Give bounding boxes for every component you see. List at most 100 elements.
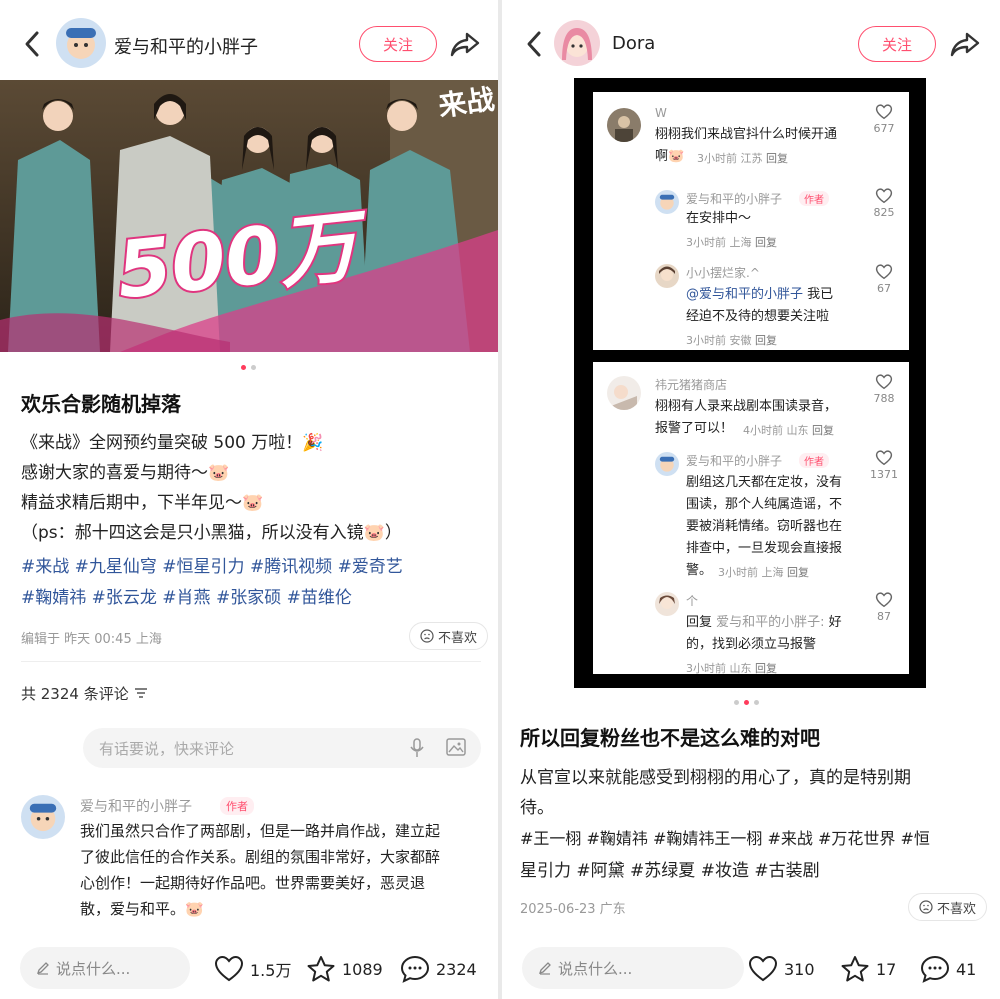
commenter-avatar (607, 108, 641, 142)
divider (21, 661, 481, 662)
back-icon[interactable] (18, 26, 48, 62)
follow-button[interactable]: 关注 (359, 26, 437, 62)
say-something-input[interactable]: 说点什么... (20, 947, 190, 989)
reply-avatar (655, 264, 679, 288)
heart-icon (214, 955, 244, 982)
author-badge: 作者 (220, 797, 254, 815)
reply-author-name: 小小摆烂家.^ (686, 266, 760, 280)
like-count: 788 (873, 392, 895, 405)
reply-link: 回复 (755, 236, 777, 249)
reply-author-name: 个 (686, 594, 699, 608)
post-body-line: 待。 (520, 798, 554, 818)
heart-icon (875, 264, 893, 280)
comment-thread-card: W 栩栩我们来战官抖什么时候开通 啊🐷 3小时前 江苏 回复 677 爱与和平的… (593, 92, 909, 350)
follow-button[interactable]: 关注 (858, 26, 936, 62)
mention-link: @爱与和平的小胖子 (686, 287, 804, 302)
reply-link: 回复 (812, 424, 834, 437)
post-tags[interactable]: #来战 #九星仙穹 #恒星引力 #腾讯视频 #爱奇艺 (21, 552, 403, 577)
dislike-button[interactable]: 不喜欢 (908, 893, 988, 921)
commenter-name: W (655, 106, 667, 120)
comment-input-placeholder: 有话要说，快来评论 (99, 739, 235, 758)
reply-time: 3小时前 安徽 (686, 334, 752, 347)
author-name[interactable]: Dora (612, 33, 655, 54)
reply-author-name: 爱与和平的小胖子 (686, 454, 783, 468)
share-icon[interactable] (448, 27, 482, 61)
carousel-dots (241, 365, 256, 370)
reply-text: 回复 爱与和平的小胖子: 好 (686, 612, 842, 633)
author-avatar[interactable] (56, 18, 106, 68)
comment-time: 3小时前 江苏 (697, 152, 763, 165)
post-tags[interactable]: #鞠婧祎 #张云龙 #肖燕 #张家硕 #苗维伦 (21, 583, 352, 608)
pencil-icon (36, 962, 49, 975)
commenter-name: 祎元猪猪商店 (655, 378, 728, 392)
reply-text-part: 我已 (803, 287, 834, 302)
speech-bubble-icon (400, 955, 430, 983)
like-count: 677 (873, 122, 895, 135)
author-badge: 作者 (799, 453, 829, 468)
dislike-button[interactable]: 不喜欢 (409, 622, 489, 650)
image-icon[interactable] (446, 738, 466, 756)
like-button[interactable]: 1.5万 (214, 955, 291, 983)
collect-button[interactable]: 1089 (306, 955, 383, 983)
post-header: Dora 关注 (502, 0, 1000, 80)
reply-text: 警。 (686, 563, 713, 578)
post-tags[interactable]: #王一栩 #鞠婧祎 #鞠婧祎王一栩 #来战 #万花世界 #恒 (520, 825, 930, 849)
microphone-icon[interactable] (408, 738, 426, 758)
reply-prefix: 回复 (686, 615, 713, 630)
like-button[interactable]: 310 (748, 955, 815, 983)
author-badge: 作者 (799, 191, 829, 206)
comment-button[interactable]: 41 (920, 955, 976, 983)
commenter-name[interactable]: 爱与和平的小胖子 (80, 796, 192, 816)
commenter-avatar[interactable] (21, 795, 65, 839)
comment-like: 677 (869, 104, 899, 135)
reply-meta: 3小时前 山东 回复 (686, 660, 777, 676)
post-header: 爱与和平的小胖子 关注 (0, 0, 498, 80)
comment-count[interactable]: 共 2324 条评论 (21, 683, 148, 704)
post-title: 欢乐合影随机掉落 (21, 392, 181, 416)
comment-text: 啊🐷 (655, 149, 685, 164)
reply-avatar (655, 592, 679, 616)
reply-link: 回复 (787, 566, 809, 579)
right-post-panel: Dora 关注 W 栩栩我们来战官抖什么时候开通 啊🐷 3小时前 江苏 回复 6… (502, 0, 1000, 999)
post-body-line: 精益求精后期中，下半年见～🐷 (21, 493, 264, 513)
like-count: 825 (873, 206, 895, 219)
reply-text: 在安排中～ (686, 211, 752, 226)
group-photo[interactable]: 来战 500万 (0, 80, 498, 352)
post-body-line: （ps：郝十四这会是只小黑猫，所以没有入镜🐷） (21, 523, 402, 543)
comment-button[interactable]: 2324 (400, 955, 477, 983)
carousel-dot (754, 700, 759, 705)
comment-meta: 4小时前 山东 回复 (743, 422, 834, 438)
heart-icon (875, 188, 893, 204)
comment-like: 788 (869, 374, 899, 405)
author-avatar[interactable] (554, 20, 600, 66)
comment-text: 我们虽然只合作了两部剧，但是一路并肩作战，建立起 (80, 822, 441, 840)
reply-to-name: 爱与和平的小胖子: (716, 615, 825, 630)
reply-link: 回复 (766, 152, 788, 165)
author-name[interactable]: 爱与和平的小胖子 (114, 33, 258, 59)
reply-like: 825 (869, 188, 899, 219)
sad-face-icon (420, 629, 434, 643)
carousel-dot (251, 365, 256, 370)
reply-link: 回复 (755, 662, 777, 675)
back-icon[interactable] (520, 26, 550, 62)
reply-like: 67 (869, 264, 899, 295)
reply-text-part: 好 (824, 615, 842, 630)
carousel-dot (734, 700, 739, 705)
share-icon[interactable] (948, 27, 982, 61)
post-date: 2025-06-23 广东 (520, 902, 626, 917)
post-tags[interactable]: 星引力 #阿黛 #苏绿夏 #妆造 #古装剧 (520, 856, 820, 881)
comment-meta: 3小时前 江苏 回复 (697, 150, 788, 166)
reply-text: @爱与和平的小胖子 我已 (686, 284, 833, 305)
comment-screenshot-image[interactable]: W 栩栩我们来战官抖什么时候开通 啊🐷 3小时前 江苏 回复 677 爱与和平的… (574, 78, 926, 688)
reply-like: 1371 (869, 450, 899, 481)
bottom-action-bar: 说点什么... 1.5万 1089 2324 (0, 935, 498, 999)
say-something-input[interactable]: 说点什么... (522, 947, 744, 989)
collect-button[interactable]: 17 (840, 955, 896, 983)
comment-time: 4小时前 山东 (743, 424, 809, 437)
comment-count-bottom: 2324 (436, 959, 477, 979)
speech-bubble-icon (920, 955, 950, 983)
reply-time: 3小时前 上海 (686, 236, 752, 249)
comment-text: 栩栩有人录来战剧本围读录音， (655, 399, 838, 414)
like-count: 310 (784, 959, 815, 979)
group-photo-illustration: 来战 500万 (0, 80, 498, 352)
